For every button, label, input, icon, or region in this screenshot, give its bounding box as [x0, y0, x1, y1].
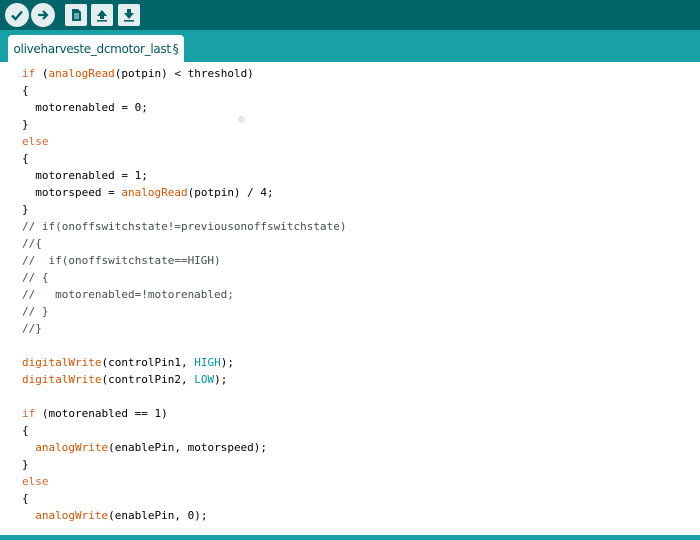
status-bar: [0, 535, 700, 540]
code-line: {: [22, 490, 347, 507]
code-token: }: [22, 458, 29, 471]
code-token: analogRead: [121, 186, 188, 199]
code-line: analogWrite(enablePin, motorspeed);: [22, 439, 347, 456]
code-token: );: [220, 356, 234, 369]
code-line: {: [22, 82, 347, 99]
code-token: (controlPin1,: [101, 356, 195, 369]
code-token: analogWrite: [35, 441, 109, 454]
code-line: // {: [22, 269, 347, 286]
code-line: }: [22, 201, 347, 218]
code-token: // if(onoffswitchstate==HIGH): [22, 254, 221, 267]
upload-button[interactable]: [31, 3, 55, 27]
code-token: analogWrite: [35, 509, 109, 522]
code-token: (motorenabled == 1): [35, 407, 168, 420]
arrow-down-icon: [124, 9, 134, 22]
arrow-right-icon: [38, 10, 49, 20]
code-lines: // Serial(1000);if (analogRead(potpin) <…: [22, 62, 347, 524]
code-token: {: [22, 424, 29, 437]
code-token: // Serial(1000);: [22, 62, 128, 63]
code-line: {: [22, 422, 347, 439]
code-line: // if(onoffswitchstate!=previousonoffswi…: [22, 218, 347, 235]
document-icon: [72, 9, 81, 21]
code-line: digitalWrite(controlPin1, HIGH);: [22, 354, 347, 371]
code-line: if (analogRead(potpin) < threshold): [22, 65, 347, 82]
code-line: // motorenabled=!motorenabled;: [22, 286, 347, 303]
code-token: else: [22, 135, 49, 148]
code-token: {: [22, 492, 29, 505]
code-line: motorspeed = analogRead(potpin) / 4;: [22, 184, 347, 201]
code-token: //{: [22, 237, 42, 250]
new-button[interactable]: [65, 4, 87, 26]
code-line: // if(onoffswitchstate==HIGH): [22, 252, 347, 269]
check-icon: [11, 10, 23, 21]
code-line: if (motorenabled == 1): [22, 405, 347, 422]
tab-modified-mark: §: [172, 41, 179, 56]
code-token: digitalWrite: [22, 356, 102, 369]
code-token: (: [35, 67, 49, 80]
code-token: //}: [22, 322, 42, 335]
code-line: {: [22, 150, 347, 167]
tab-sketch[interactable]: oliveharveste_dcmotor_last §: [8, 35, 184, 62]
tab-title: oliveharveste_dcmotor_last: [13, 41, 172, 56]
code-token: (enablePin, 0);: [108, 509, 208, 522]
code-token: );: [214, 373, 228, 386]
code-token: motorenabled = 1;: [22, 169, 148, 182]
code-token: }: [22, 203, 29, 216]
code-token: motorenabled = 0;: [22, 101, 148, 114]
code-token: // {: [22, 271, 49, 284]
cursor-dot: [238, 116, 245, 123]
arrow-up-icon: [97, 10, 107, 22]
code-token: {: [22, 152, 29, 165]
code-token: LOW: [194, 373, 215, 386]
code-editor[interactable]: // Serial(1000);if (analogRead(potpin) <…: [0, 62, 700, 535]
code-line: // }: [22, 303, 347, 320]
code-token: HIGH: [194, 356, 221, 369]
save-button[interactable]: [118, 4, 140, 26]
code-token: {: [22, 84, 29, 97]
code-line: //}: [22, 320, 347, 337]
code-token: motorspeed =: [22, 186, 122, 199]
code-token: }: [22, 118, 29, 131]
code-token: else: [22, 475, 49, 488]
code-token: (potpin) < threshold): [114, 67, 254, 80]
code-line: analogWrite(enablePin, 0);: [22, 507, 347, 524]
code-token: (potpin) / 4;: [187, 186, 274, 199]
code-line: }: [22, 456, 347, 473]
code-token: // motorenabled=!motorenabled;: [22, 288, 234, 301]
code-token: analogRead: [48, 67, 115, 80]
open-button[interactable]: [91, 4, 113, 26]
code-line: else: [22, 473, 347, 490]
code-line: digitalWrite(controlPin2, LOW);: [22, 371, 347, 388]
code-line: motorenabled = 1;: [22, 167, 347, 184]
code-token: // if(onoffswitchstate!=previousonoffswi…: [22, 220, 347, 233]
toolbar: [0, 0, 700, 30]
code-token: (controlPin2,: [101, 373, 195, 386]
tab-bar: oliveharveste_dcmotor_last §: [0, 30, 700, 62]
code-line: motorenabled = 0;: [22, 99, 347, 116]
code-token: // }: [22, 305, 49, 318]
verify-button[interactable]: [5, 3, 29, 27]
code-token: (enablePin, motorspeed);: [108, 441, 268, 454]
code-token: if: [22, 67, 36, 80]
code-line: //{: [22, 235, 347, 252]
code-token: digitalWrite: [22, 373, 102, 386]
code-token: if: [22, 407, 36, 420]
code-line: }: [22, 116, 347, 133]
code-line: else: [22, 133, 347, 150]
